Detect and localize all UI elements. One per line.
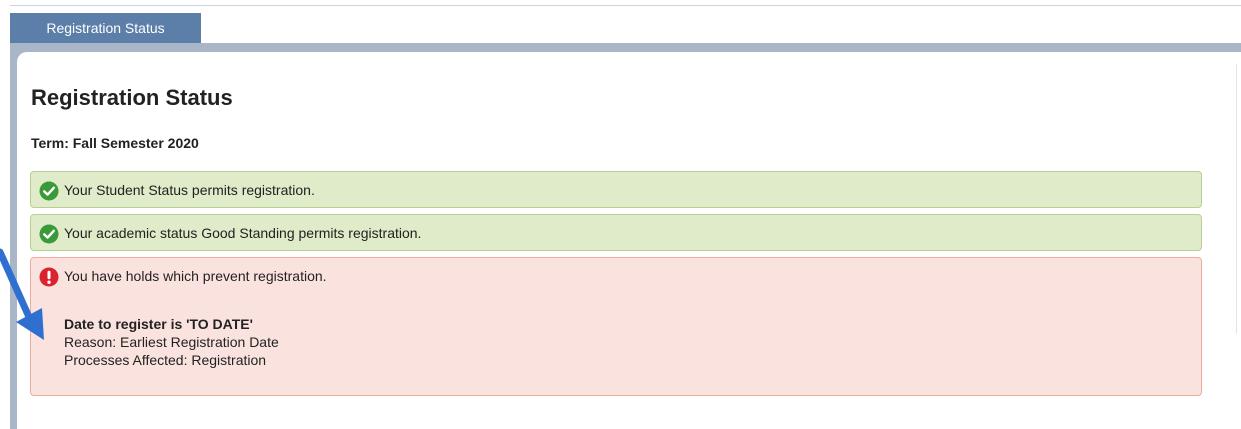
academic-status-text: Your academic status Good Standing permi… bbox=[64, 225, 422, 241]
register-date-title: Date to register is 'TO DATE' bbox=[64, 316, 253, 332]
check-circle-icon bbox=[39, 224, 59, 244]
holds-detail: Date to register is 'TO DATE' Reason: Ea… bbox=[64, 315, 279, 369]
main-panel: Registration Status Term: Fall Semester … bbox=[17, 52, 1241, 429]
student-status-message: Your Student Status permits registration… bbox=[30, 171, 1202, 208]
app-frame: Registration Status Registration Status … bbox=[0, 0, 1241, 429]
page-title: Registration Status bbox=[31, 85, 233, 110]
holds-message: You have holds which prevent registratio… bbox=[30, 257, 1202, 396]
academic-status-message: Your academic status Good Standing permi… bbox=[30, 214, 1202, 251]
hold-reason: Reason: Earliest Registration Date bbox=[64, 334, 279, 350]
student-status-text: Your Student Status permits registration… bbox=[64, 182, 315, 198]
term-label: Term: Fall Semester 2020 bbox=[31, 135, 199, 151]
tab-strip: Registration Status bbox=[10, 5, 1241, 44]
annotation-arrow-icon bbox=[0, 248, 44, 340]
holds-text: You have holds which prevent registratio… bbox=[64, 268, 327, 284]
right-divider bbox=[1236, 64, 1237, 334]
content-shell: Registration Status Term: Fall Semester … bbox=[10, 43, 1241, 429]
processes-affected: Processes Affected: Registration bbox=[64, 352, 267, 368]
check-circle-icon bbox=[39, 181, 59, 201]
tab-registration-status[interactable]: Registration Status bbox=[10, 13, 201, 44]
